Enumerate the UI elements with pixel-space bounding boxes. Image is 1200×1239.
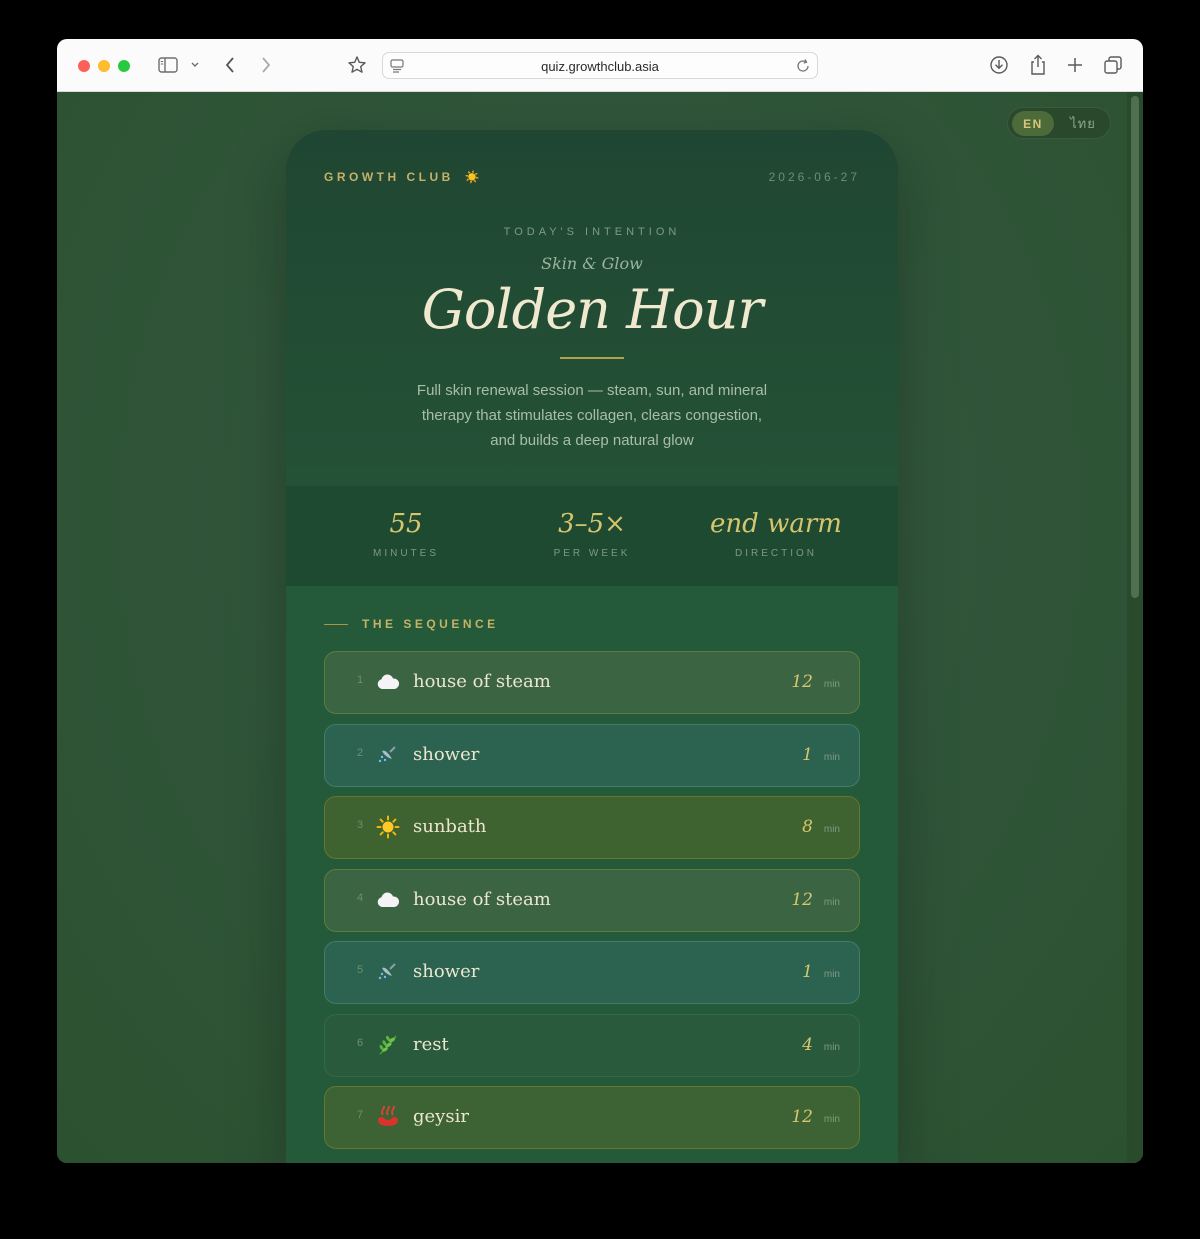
cloud-icon xyxy=(375,669,401,695)
shower-icon xyxy=(375,742,401,768)
sequence-step[interactable]: 6 rest 4 min xyxy=(324,1013,860,1077)
new-tab-icon[interactable] xyxy=(1064,53,1086,77)
step-name: shower xyxy=(413,961,480,982)
step-number: 6 xyxy=(356,1036,364,1049)
step-unit: min xyxy=(823,679,840,690)
sequence-step[interactable]: 1 house of steam 12 min xyxy=(324,651,860,714)
forward-icon[interactable] xyxy=(258,53,274,77)
shower-icon xyxy=(375,959,401,985)
step-duration: 1 xyxy=(802,744,813,765)
sequence-step[interactable]: 7 geysir 12 min xyxy=(324,1086,860,1149)
language-th-button[interactable]: ไทย xyxy=(1062,111,1104,136)
step-name: shower xyxy=(413,743,480,765)
sun-icon xyxy=(375,814,401,840)
session-title: Golden Hour xyxy=(421,278,764,341)
step-name: rest xyxy=(413,1033,449,1055)
stat-direction: end warm DIRECTION xyxy=(686,506,866,559)
step-unit: min xyxy=(823,969,840,980)
share-icon[interactable] xyxy=(1027,53,1049,77)
brand-label: GROWTH CLUB ☀️ xyxy=(324,170,480,184)
step-name: house of steam xyxy=(413,671,551,692)
step-name: sunbath xyxy=(413,816,487,837)
step-number: 5 xyxy=(356,964,364,976)
sequence-step[interactable]: 2 shower 1 min xyxy=(324,723,860,787)
step-unit: min xyxy=(823,1041,840,1053)
step-unit: min xyxy=(823,1114,840,1125)
step-number: 4 xyxy=(356,891,364,904)
stat-value: end warm xyxy=(710,509,842,539)
step-name: house of steam xyxy=(413,888,551,910)
sequence-label: THE SEQUENCE xyxy=(362,617,499,631)
step-duration: 1 xyxy=(802,962,813,982)
browser-toolbar: quiz.growthclub.asia xyxy=(57,39,1143,92)
sequence-list: 1 house of steam 12 min 2 shower 1 min 3… xyxy=(324,651,860,1159)
language-toggle[interactable]: EN ไทย xyxy=(1007,107,1111,139)
back-icon[interactable] xyxy=(222,53,238,77)
step-name: geysir xyxy=(413,1106,469,1127)
title-divider xyxy=(560,357,624,359)
chevron-down-icon[interactable] xyxy=(188,53,202,77)
step-duration: 8 xyxy=(802,817,813,837)
sequence-header: THE SEQUENCE xyxy=(324,617,499,631)
herb-icon xyxy=(375,1032,401,1058)
cloud-icon xyxy=(375,887,401,913)
step-number: 3 xyxy=(356,819,364,831)
address-bar[interactable]: quiz.growthclub.asia xyxy=(382,52,818,79)
close-window-button[interactable] xyxy=(78,60,90,72)
step-number: 1 xyxy=(356,674,364,686)
language-en-button[interactable]: EN xyxy=(1012,111,1054,136)
step-unit: min xyxy=(823,824,840,835)
sequence-rule xyxy=(324,623,348,625)
step-number: 7 xyxy=(356,1109,364,1121)
step-unit: min xyxy=(823,896,840,908)
intention-label: TODAY'S INTENTION xyxy=(503,226,681,238)
session-subtitle: Skin & Glow xyxy=(541,254,643,273)
minimize-window-button[interactable] xyxy=(98,60,110,72)
stat-label: PER WEEK xyxy=(553,548,631,559)
downloads-icon[interactable] xyxy=(988,53,1010,77)
hot-springs-icon xyxy=(375,1104,401,1130)
step-duration: 4 xyxy=(802,1034,813,1055)
web-page: EN ไทย GROWTH CLUB ☀️ 2026-06-27 TODAY'S… xyxy=(57,92,1143,1163)
stat-value: 3–5× xyxy=(558,509,626,539)
session-card: GROWTH CLUB ☀️ 2026-06-27 TODAY'S INTENT… xyxy=(286,130,898,1163)
step-number: 2 xyxy=(356,746,364,759)
browser-window: quiz.growthclub.asia EN ไทย GROWTH CLUB … xyxy=(57,39,1143,1163)
step-duration: 12 xyxy=(791,1107,813,1127)
bookmark-star-icon[interactable] xyxy=(346,53,368,77)
step-duration: 12 xyxy=(791,889,813,910)
zoom-window-button[interactable] xyxy=(118,60,130,72)
stats-bar: 55 MINUTES 3–5× PER WEEK end warm DIRECT… xyxy=(286,486,898,586)
sequence-step[interactable]: 3 sunbath 8 min xyxy=(324,796,860,859)
scrollbar-thumb[interactable] xyxy=(1131,96,1139,598)
brand-text: GROWTH CLUB xyxy=(324,170,454,184)
stat-value: 55 xyxy=(389,509,423,539)
step-duration: 12 xyxy=(791,672,813,692)
reload-icon[interactable] xyxy=(795,58,811,79)
session-date: 2026-06-27 xyxy=(768,170,860,184)
stat-frequency: 3–5× PER WEEK xyxy=(502,506,682,559)
stat-label: DIRECTION xyxy=(735,548,817,559)
card-hero: GROWTH CLUB ☀️ 2026-06-27 TODAY'S INTENT… xyxy=(286,130,898,486)
scrollbar[interactable] xyxy=(1127,92,1143,1163)
stat-label: MINUTES xyxy=(373,548,439,559)
sun-icon: ☀️ xyxy=(464,170,480,184)
sidebar-toggle-icon[interactable] xyxy=(157,53,179,77)
stat-minutes: 55 MINUTES xyxy=(316,506,496,559)
sequence-step[interactable]: 4 house of steam 12 min xyxy=(324,868,860,932)
step-unit: min xyxy=(823,751,840,763)
session-description: Full skin renewal session — steam, sun, … xyxy=(416,382,768,449)
sequence-step[interactable]: 5 shower 1 min xyxy=(324,941,860,1004)
tab-overview-icon[interactable] xyxy=(1102,53,1124,77)
url-text: quiz.growthclub.asia xyxy=(541,59,659,74)
